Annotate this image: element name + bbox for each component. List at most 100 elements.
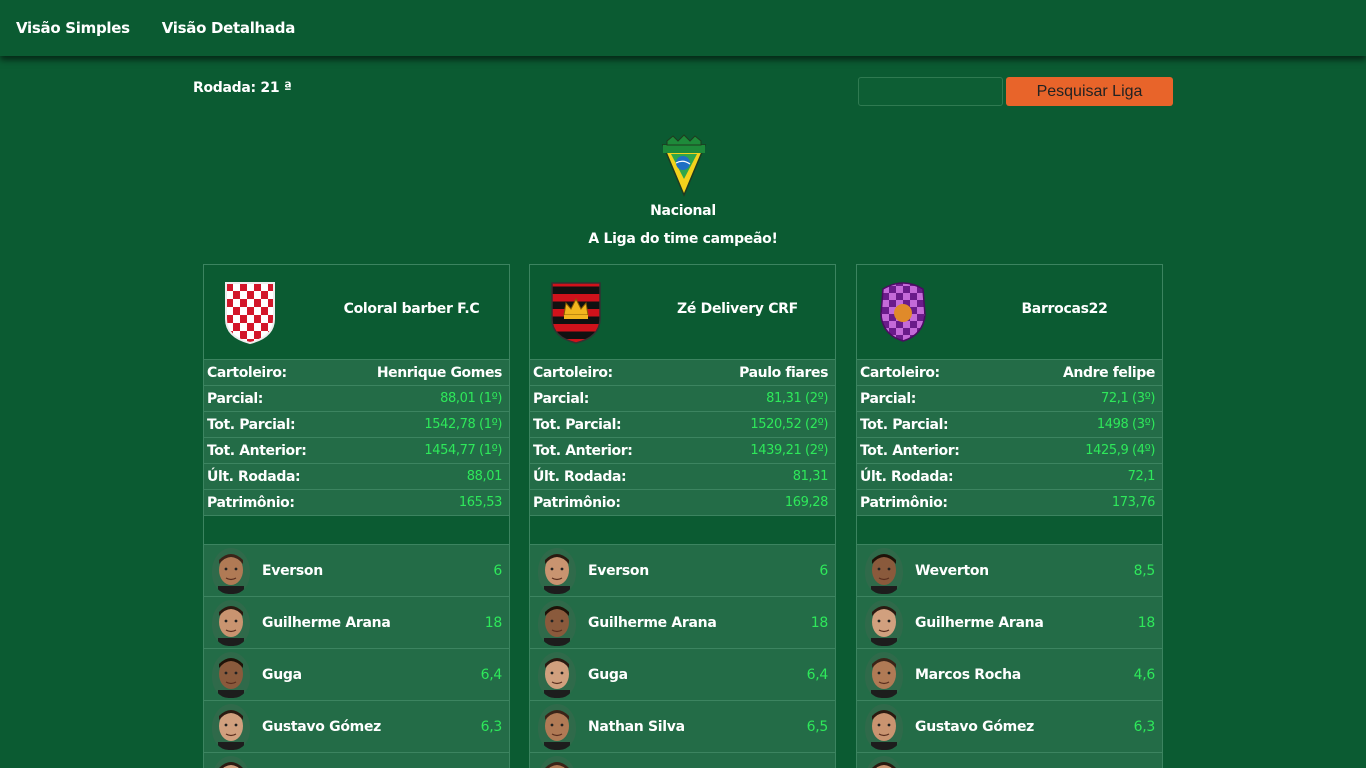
team-name[interactable]: Barrocas22 [967, 301, 1162, 317]
team-header: Coloral barber F.C [204, 265, 509, 360]
stat-value: 1454,77 (1º) [424, 443, 502, 458]
patrimonio-row: Patrimônio: 165,53 [204, 490, 509, 516]
stat-label: Tot. Parcial: [533, 416, 622, 433]
total-parcial-row: Tot. Parcial: 1542,78 (1º) [204, 412, 509, 438]
patrimonio-row: Patrimônio: 169,28 [530, 490, 835, 516]
stats-spacer [204, 516, 509, 545]
player-score: 6,4 [480, 666, 503, 683]
team-card: Coloral barber F.C Cartoleiro: Henrique … [203, 264, 510, 768]
player-name: Marcos Rocha [915, 666, 1021, 683]
ultima-rodada-row: Últ. Rodada: 72,1 [857, 464, 1162, 490]
stat-value: 1542,78 (1º) [424, 417, 502, 432]
player-name: Guilherme Arana [588, 614, 717, 631]
parcial-row: Parcial: 72,1 (3º) [857, 386, 1162, 412]
player-photo [865, 547, 903, 594]
player-photo [865, 599, 903, 646]
stat-value: 1498 (3º) [1096, 417, 1156, 432]
player-photo [538, 599, 576, 646]
stat-value: 81,31 (2º) [766, 391, 828, 406]
parcial-row: Parcial: 81,31 (2º) [530, 386, 835, 412]
player-row[interactable]: Guilherme Arana 18 [857, 597, 1162, 649]
player-score: 18 [810, 614, 829, 631]
player-row[interactable]: Everson 6 [530, 545, 835, 597]
player-row[interactable]: Nathan Silva 6,5 [530, 701, 835, 753]
team-shield-icon[interactable] [875, 279, 931, 345]
stat-label: Cartoleiro: [860, 364, 940, 381]
stat-value: 1439,21 (2º) [750, 443, 828, 458]
stat-value: 1520,52 (2º) [750, 417, 828, 432]
stat-value: Henrique Gomes [376, 364, 503, 381]
total-anterior-row: Tot. Anterior: 1425,9 (4º) [857, 438, 1162, 464]
player-score: 6,5 [806, 718, 829, 735]
team-header: Zé Delivery CRF [530, 265, 835, 360]
stat-label: Últ. Rodada: [207, 468, 301, 485]
league-slogan: A Liga do time campeão! [588, 231, 778, 247]
stat-label: Patrimônio: [860, 494, 948, 511]
stat-value: 173,76 [1111, 495, 1155, 510]
player-photo [865, 703, 903, 750]
player-score: 6 [819, 562, 828, 579]
player-score: 8,5 [1133, 562, 1156, 579]
player-photo [212, 547, 250, 594]
ultima-rodada-row: Últ. Rodada: 81,31 [530, 464, 835, 490]
player-row[interactable]: Guilherme Arana 18 [530, 597, 835, 649]
stat-label: Patrimônio: [533, 494, 621, 511]
stat-label: Tot. Parcial: [860, 416, 949, 433]
player-row[interactable]: Everson 6 [204, 545, 509, 597]
stat-value: 165,53 [458, 495, 502, 510]
stat-label: Tot. Anterior: [207, 442, 307, 459]
player-row[interactable]: Gustavo Gómez 6,3 [857, 701, 1162, 753]
player-row[interactable]: Marcos Rocha 4,6 [857, 649, 1162, 701]
stat-label: Cartoleiro: [207, 364, 287, 381]
stat-value: Paulo fiares [739, 364, 828, 381]
league-emblem-icon [661, 134, 707, 197]
player-row[interactable]: Gustavo Gómez 6,3 [204, 701, 509, 753]
team-shield-icon[interactable] [222, 279, 278, 345]
top-navbar: Visão Simples Visão Detalhada [0, 0, 1366, 56]
stat-label: Parcial: [860, 390, 916, 407]
player-photo [212, 755, 250, 768]
player-photo [538, 547, 576, 594]
stat-label: Últ. Rodada: [533, 468, 627, 485]
nav-simple-view[interactable]: Visão Simples [16, 19, 130, 37]
player-name: Guga [588, 666, 628, 683]
player-photo [865, 755, 903, 768]
total-parcial-row: Tot. Parcial: 1520,52 (2º) [530, 412, 835, 438]
league-name: Nacional [650, 203, 716, 219]
total-parcial-row: Tot. Parcial: 1498 (3º) [857, 412, 1162, 438]
cartoleiro-row: Cartoleiro: Andre felipe [857, 360, 1162, 386]
player-row[interactable]: Guga 6,4 [530, 649, 835, 701]
total-anterior-row: Tot. Anterior: 1439,21 (2º) [530, 438, 835, 464]
stat-label: Parcial: [207, 390, 263, 407]
player-score: 18 [1137, 614, 1156, 631]
player-row[interactable] [857, 753, 1162, 768]
stat-label: Parcial: [533, 390, 589, 407]
cartoleiro-row: Cartoleiro: Paulo fiares [530, 360, 835, 386]
team-name[interactable]: Zé Delivery CRF [640, 301, 835, 317]
player-photo [212, 703, 250, 750]
cartoleiro-row: Cartoleiro: Henrique Gomes [204, 360, 509, 386]
player-row[interactable]: Guga 6,4 [204, 649, 509, 701]
team-name[interactable]: Coloral barber F.C [314, 301, 509, 317]
player-score: 6,4 [806, 666, 829, 683]
stat-label: Últ. Rodada: [860, 468, 954, 485]
stat-value: 72,1 (3º) [1100, 391, 1155, 406]
ultima-rodada-row: Últ. Rodada: 88,01 [204, 464, 509, 490]
stat-value: 81,31 [792, 469, 829, 484]
player-name: Nathan Silva [588, 718, 685, 735]
patrimonio-row: Patrimônio: 173,76 [857, 490, 1162, 516]
player-photo [538, 755, 576, 768]
stat-value: 88,01 [466, 469, 503, 484]
player-score: 18 [484, 614, 503, 631]
player-row[interactable]: Weverton 8,5 [857, 545, 1162, 597]
player-row[interactable]: Guilherme Arana 18 [204, 597, 509, 649]
player-row[interactable] [530, 753, 835, 768]
player-name: Everson [262, 562, 323, 579]
parcial-row: Parcial: 88,01 (1º) [204, 386, 509, 412]
nav-detailed-view[interactable]: Visão Detalhada [162, 19, 296, 37]
search-league-button[interactable]: Pesquisar Liga [1006, 77, 1173, 106]
stat-value: Andre felipe [1063, 364, 1155, 381]
league-search-input[interactable] [858, 77, 1003, 106]
player-row[interactable] [204, 753, 509, 768]
team-shield-icon[interactable] [548, 279, 604, 345]
